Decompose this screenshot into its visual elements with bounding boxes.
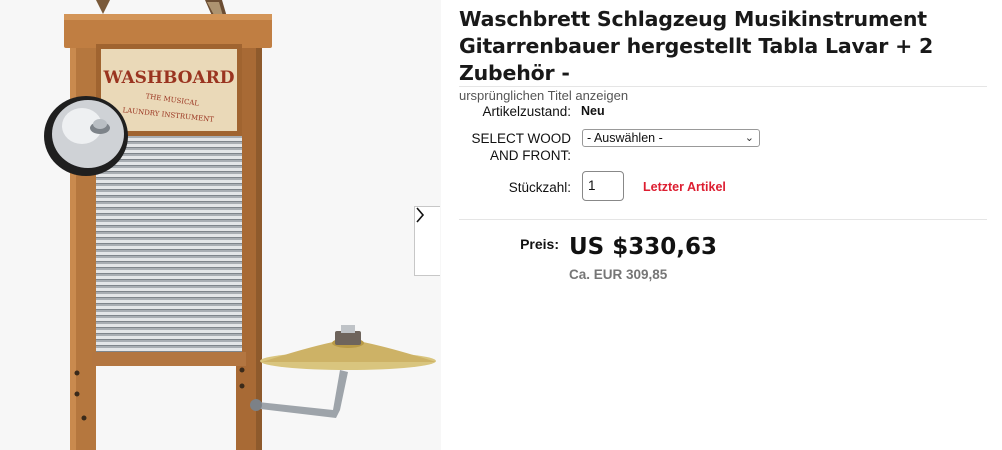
quantity-input[interactable]: 1 xyxy=(582,171,624,201)
approx-price: Ca. EUR 309,85 xyxy=(569,267,668,282)
variant-label-line2: AND FRONT: xyxy=(490,148,571,163)
variant-select-value: - Auswählen - xyxy=(587,131,663,145)
divider xyxy=(459,219,987,220)
next-image-button[interactable] xyxy=(414,206,440,276)
price-label: Preis: xyxy=(520,236,559,252)
product-title: Waschbrett Schlagzeug Musikinstrument Gi… xyxy=(459,6,994,87)
variant-row: SELECT WOOD AND FRONT: xyxy=(459,130,571,164)
condition-label: Artikelzustand: xyxy=(482,104,571,119)
variant-select[interactable]: - Auswählen - ⌄ xyxy=(582,129,760,147)
divider xyxy=(459,86,987,87)
variant-label: SELECT WOOD AND FRONT: xyxy=(459,130,571,164)
product-title-line2: Gitarrenbauer hergestellt Tabla Lavar + … xyxy=(459,34,934,85)
washboard-product-image[interactable]: WASHBOARD THE MUSICAL LAUNDRY INSTRUMENT xyxy=(0,0,441,450)
price-value: US $330,63 xyxy=(569,234,718,260)
chevron-right-icon xyxy=(416,207,425,223)
product-title-line1: Waschbrett Schlagzeug Musikinstrument xyxy=(459,7,927,31)
variant-label-line1: SELECT WOOD xyxy=(471,131,571,146)
last-item-notice: Letzter Artikel xyxy=(643,180,726,194)
sign-title-text: WASHBOARD xyxy=(102,68,234,88)
chevron-down-icon: ⌄ xyxy=(744,132,754,144)
quantity-row: Stückzahl: xyxy=(459,179,571,196)
condition-row: Artikelzustand: Neu xyxy=(459,103,605,120)
quantity-label: Stückzahl: xyxy=(508,180,571,195)
condition-value: Neu xyxy=(581,104,605,118)
product-info: Waschbrett Schlagzeug Musikinstrument Gi… xyxy=(459,6,994,103)
show-original-title-link[interactable]: ursprünglichen Titel anzeigen xyxy=(459,88,994,103)
product-image-gallery: WASHBOARD THE MUSICAL LAUNDRY INSTRUMENT xyxy=(0,0,441,450)
